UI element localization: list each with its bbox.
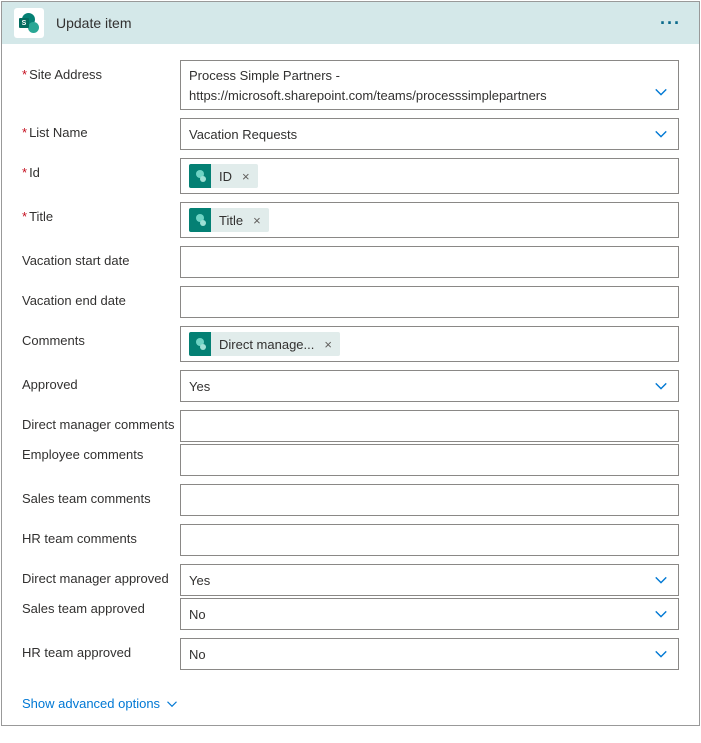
token-id: ID × xyxy=(189,164,258,188)
label-approved: Approved xyxy=(22,370,180,393)
vacation-start-input[interactable] xyxy=(180,246,679,278)
hr-comments-input[interactable] xyxy=(180,524,679,556)
list-name-dropdown[interactable]: Vacation Requests xyxy=(180,118,679,150)
card-footer: Show advanced options xyxy=(2,690,699,725)
sharepoint-icon xyxy=(189,332,211,356)
sales-comments-input[interactable] xyxy=(180,484,679,516)
dm-comments-input[interactable] xyxy=(180,410,679,442)
id-field[interactable]: ID × xyxy=(180,158,679,194)
update-item-card: S Update item ··· Site Address Process S… xyxy=(1,1,700,726)
label-id: Id xyxy=(22,158,180,181)
label-sales-approved: Sales team approved xyxy=(22,598,180,617)
chevron-down-icon[interactable] xyxy=(654,85,668,99)
hr-approved-dropdown[interactable]: No xyxy=(180,638,679,670)
sharepoint-icon xyxy=(189,164,211,188)
chevron-down-icon[interactable] xyxy=(654,127,668,141)
vacation-end-input[interactable] xyxy=(180,286,679,318)
label-vacation-end: Vacation end date xyxy=(22,286,180,309)
approved-dropdown[interactable]: Yes xyxy=(180,370,679,402)
chevron-down-icon[interactable] xyxy=(654,379,668,393)
sales-approved-dropdown[interactable]: No xyxy=(180,598,679,630)
label-sales-comments: Sales team comments xyxy=(22,484,180,507)
chevron-down-icon xyxy=(166,698,178,710)
label-hr-approved: HR team approved xyxy=(22,638,180,661)
dm-approved-dropdown[interactable]: Yes xyxy=(180,564,679,596)
label-dm-comments: Direct manager comments xyxy=(22,410,180,433)
sharepoint-icon: S xyxy=(14,8,44,38)
card-header: S Update item ··· xyxy=(2,2,699,44)
chevron-down-icon[interactable] xyxy=(654,573,668,587)
card-title: Update item xyxy=(56,15,654,31)
remove-token-button[interactable]: × xyxy=(251,213,269,228)
token-direct-manager: Direct manage... × xyxy=(189,332,340,356)
token-title: Title × xyxy=(189,208,269,232)
title-field[interactable]: Title × xyxy=(180,202,679,238)
label-vacation-start: Vacation start date xyxy=(22,246,180,269)
chevron-down-icon[interactable] xyxy=(654,647,668,661)
remove-token-button[interactable]: × xyxy=(240,169,258,184)
more-options-button[interactable]: ··· xyxy=(654,9,687,38)
site-address-dropdown[interactable]: Process Simple Partners - https://micros… xyxy=(180,60,679,110)
label-dm-approved: Direct manager approved xyxy=(22,564,180,587)
comments-field[interactable]: Direct manage... × xyxy=(180,326,679,362)
card-body: Site Address Process Simple Partners - h… xyxy=(2,44,699,690)
label-list-name: List Name xyxy=(22,118,180,141)
label-site-address: Site Address xyxy=(22,60,180,83)
employee-comments-input[interactable] xyxy=(180,444,679,476)
label-hr-comments: HR team comments xyxy=(22,524,180,547)
show-advanced-options-link[interactable]: Show advanced options xyxy=(22,696,178,711)
remove-token-button[interactable]: × xyxy=(322,337,340,352)
label-title: Title xyxy=(22,202,180,225)
label-employee-comments: Employee comments xyxy=(22,444,180,463)
sharepoint-icon xyxy=(189,208,211,232)
chevron-down-icon[interactable] xyxy=(654,607,668,621)
label-comments: Comments xyxy=(22,326,180,349)
